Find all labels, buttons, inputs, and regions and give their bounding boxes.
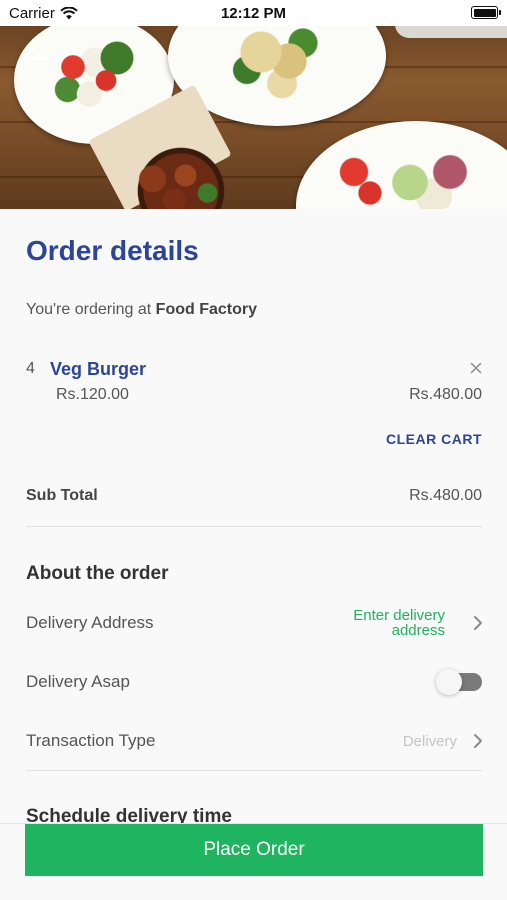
ordering-at-text: You're ordering at Food Factory <box>26 301 257 319</box>
restaurant-name: Food Factory <box>155 301 258 318</box>
delivery-asap-label: Delivery Asap <box>26 672 130 691</box>
delivery-address-value-line1: Enter delivery <box>353 607 445 624</box>
subtotal-label: Sub Total <box>26 487 98 504</box>
item-quantity: 4 <box>26 360 35 377</box>
ordering-prefix: You're ordering at <box>26 301 152 318</box>
place-order-button[interactable]: Place Order <box>25 824 483 876</box>
remove-item-close-icon[interactable] <box>469 361 483 375</box>
footer-bar: Place Order <box>0 823 507 900</box>
about-order-title: About the order <box>26 563 169 584</box>
clear-cart-button[interactable]: CLEAR CART <box>386 431 482 447</box>
restaurant-hero-image <box>0 26 507 209</box>
status-bar: Carrier 12:12 PM <box>0 0 507 26</box>
battery-icon <box>471 6 501 19</box>
transaction-type-value[interactable]: Delivery <box>403 733 457 750</box>
order-details-panel: Order details You're ordering at Food Fa… <box>0 209 507 827</box>
item-total-price: Rs.480.00 <box>409 386 482 403</box>
toggle-knob <box>436 669 462 695</box>
item-unit-price: Rs.120.00 <box>56 386 129 403</box>
delivery-address-value-line2: address <box>391 622 445 639</box>
back-arrow-icon[interactable] <box>20 46 50 70</box>
delivery-address-label: Delivery Address <box>26 613 154 632</box>
delivery-asap-toggle[interactable] <box>436 669 482 695</box>
chevron-right-icon[interactable] <box>473 615 483 631</box>
item-name: Veg Burger <box>50 359 147 379</box>
page-title: Order details <box>26 235 199 266</box>
status-time: 12:12 PM <box>220 5 287 22</box>
subtotal-value: Rs.480.00 <box>409 487 482 504</box>
chevron-right-icon[interactable] <box>473 733 483 749</box>
divider <box>26 526 482 527</box>
delivery-address-value[interactable]: Enter delivery address <box>353 608 445 638</box>
divider <box>26 770 482 771</box>
transaction-type-label: Transaction Type <box>26 731 156 750</box>
